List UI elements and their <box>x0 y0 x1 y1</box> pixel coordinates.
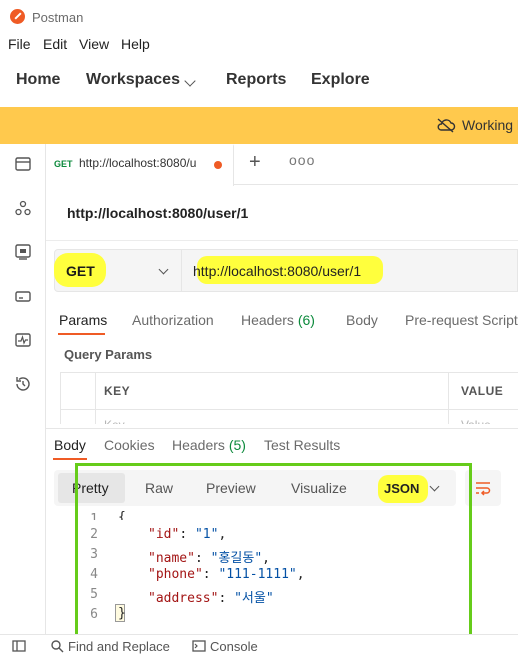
tab-headers-label: Headers <box>241 312 294 328</box>
headers-count: (6) <box>297 312 315 328</box>
active-tab-indicator <box>58 333 105 335</box>
query-params-title: Query Params <box>64 347 153 362</box>
tab-url-label: http://localhost:8080/u <box>79 156 197 170</box>
table-border <box>60 409 518 410</box>
tab-test-results[interactable]: Test Results <box>264 437 340 453</box>
tab-cookies[interactable]: Cookies <box>104 437 155 453</box>
pane-overlap <box>46 424 518 436</box>
app-title: Postman <box>32 10 84 25</box>
toggle-sidebar-icon[interactable] <box>12 639 26 653</box>
key-column-header: KEY <box>104 384 131 398</box>
menu-edit[interactable]: Edit <box>43 36 67 52</box>
tab-headers[interactable]: Headers (6) <box>241 312 315 328</box>
nav-reports[interactable]: Reports <box>226 71 286 89</box>
table-border <box>448 372 449 432</box>
table-border <box>95 372 96 432</box>
pane-divider[interactable] <box>46 428 518 429</box>
annotation-frame <box>75 463 472 649</box>
monitors-icon[interactable] <box>14 331 32 349</box>
nav-home[interactable]: Home <box>16 71 60 89</box>
cloud-off-icon <box>437 118 456 133</box>
table-border <box>60 372 518 373</box>
url-value: http://localhost:8080/user/1 <box>193 263 362 279</box>
console-button[interactable]: Console <box>210 639 258 654</box>
banner-text: Working l <box>462 117 518 133</box>
tab-authorization[interactable]: Authorization <box>132 312 214 328</box>
tab-params[interactable]: Params <box>59 312 107 328</box>
tab-response-headers-label: Headers <box>172 437 225 453</box>
response-headers-count: (5) <box>228 437 246 453</box>
tab-body[interactable]: Body <box>346 312 378 328</box>
nav-explore[interactable]: Explore <box>311 71 370 89</box>
table-border <box>60 372 61 432</box>
nav-workspaces[interactable]: Workspaces <box>86 71 180 89</box>
tab-response-headers[interactable]: Headers (5) <box>172 437 246 453</box>
apis-icon[interactable] <box>14 199 32 217</box>
wrap-lines-icon <box>476 482 491 496</box>
environments-icon[interactable] <box>14 243 32 261</box>
chevron-down-icon[interactable] <box>184 75 196 87</box>
new-tab-button[interactable]: + <box>249 151 261 174</box>
tab-prerequest-script[interactable]: Pre-request Script <box>405 312 518 328</box>
request-title[interactable]: http://localhost:8080/user/1 <box>67 205 248 221</box>
postman-logo-icon <box>10 9 25 24</box>
tab-method-label: GET <box>54 159 73 169</box>
history-icon[interactable] <box>14 375 32 393</box>
method-label: GET <box>66 263 95 279</box>
active-tab-indicator <box>53 458 87 460</box>
menu-file[interactable]: File <box>8 36 31 52</box>
mock-servers-icon[interactable] <box>14 287 32 305</box>
value-column-header: VALUE <box>461 384 504 398</box>
more-tabs-button[interactable]: ooo <box>289 152 315 168</box>
find-replace-button[interactable]: Find and Replace <box>68 639 170 654</box>
collections-icon[interactable] <box>14 155 32 173</box>
tab-response-body[interactable]: Body <box>54 437 86 453</box>
menu-help[interactable]: Help <box>121 36 150 52</box>
search-icon <box>51 640 64 653</box>
console-icon <box>192 640 206 652</box>
unsaved-dot-icon <box>214 161 222 169</box>
menu-view[interactable]: View <box>79 36 109 52</box>
divider <box>46 240 518 241</box>
